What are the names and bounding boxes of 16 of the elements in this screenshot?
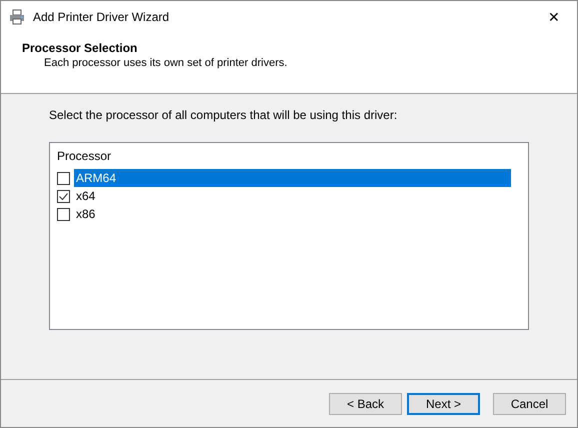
column-header: Processor <box>56 148 112 165</box>
processor-item[interactable]: ARM64 <box>74 169 511 187</box>
window-title: Add Printer Driver Wizard <box>33 10 170 24</box>
close-button[interactable]: ✕ <box>531 1 577 33</box>
wizard-button[interactable]: Cancel <box>493 392 566 414</box>
page-title: Processor Selection <box>22 41 138 55</box>
wizard-button[interactable]: < Back <box>329 392 402 414</box>
printer-icon <box>9 9 25 25</box>
checkbox[interactable] <box>57 190 70 202</box>
checkbox[interactable] <box>57 172 70 184</box>
wizard-button[interactable]: Next > <box>407 392 480 414</box>
checkbox[interactable] <box>57 208 70 220</box>
processor-item[interactable]: x64 <box>74 187 511 205</box>
instruction-text: Select the processor of all computers that will be using this driver: <box>49 108 398 122</box>
page-subtitle: Each processor uses its own set of printer drivers. <box>44 57 288 69</box>
processor-item[interactable]: x86 <box>74 205 511 223</box>
